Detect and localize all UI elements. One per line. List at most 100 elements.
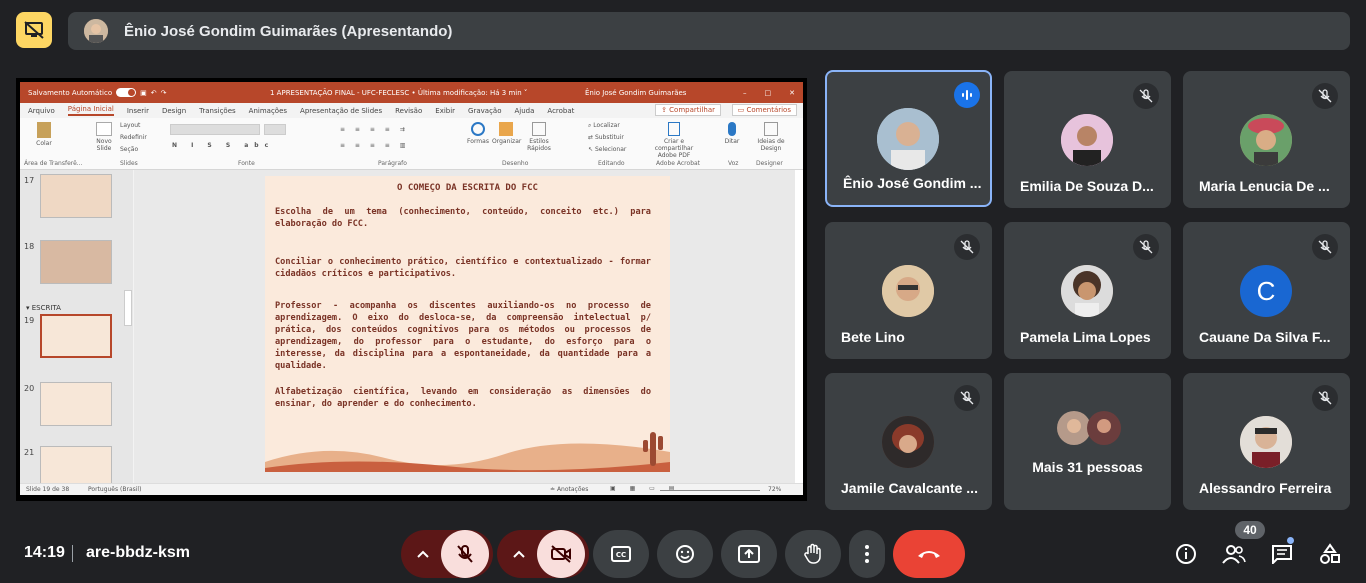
participant-name: Pamela Lima Lopes	[1020, 329, 1151, 345]
chat-button[interactable]	[1270, 542, 1294, 566]
presenter-avatar	[84, 19, 108, 43]
participant-tile[interactable]: Alessandro Ferreira	[1183, 373, 1350, 510]
font-family-select[interactable]	[170, 124, 260, 135]
participant-tile[interactable]: Emilia De Souza D...	[1004, 71, 1171, 208]
slide-scrollbar[interactable]	[795, 170, 803, 483]
reset-button[interactable]: Redefinir	[120, 134, 147, 141]
presenter-name: Ênio José Gondim Guimarães (Apresentando…	[124, 22, 453, 40]
autosave-toggle[interactable]	[116, 88, 137, 97]
menu-item[interactable]: Exibir	[435, 107, 455, 115]
slide-thumbnail[interactable]	[40, 174, 112, 218]
menu-item[interactable]: Ajuda	[515, 107, 535, 115]
font-size-select[interactable]	[264, 124, 286, 135]
slide-paragraph: Escolha de um tema (conhecimento, conteú…	[275, 207, 657, 229]
find-button[interactable]: ⌕ Localizar	[588, 122, 620, 130]
meeting-info-button[interactable]	[1174, 542, 1198, 566]
present-now-button[interactable]	[721, 530, 777, 578]
menu-item[interactable]: Inserir	[127, 107, 149, 115]
desert-illustration	[265, 432, 670, 472]
ribbon-group-label: Designer	[756, 160, 783, 167]
font-format-icons[interactable]: N I S S abc	[172, 142, 274, 149]
new-slide-button[interactable]: Novo Slide	[92, 122, 116, 152]
info-icon	[1176, 544, 1196, 564]
presentation-toggle-button[interactable]	[16, 12, 52, 48]
notes-toggle[interactable]: ≐ Anotações	[550, 486, 588, 493]
close-icon[interactable]: ✕	[789, 89, 795, 97]
more-vert-icon	[865, 545, 869, 563]
create-pdf-button[interactable]: Criar e compartilhar Adobe PDF	[646, 122, 702, 159]
leave-call-button[interactable]	[893, 530, 965, 578]
maximize-icon[interactable]: □	[765, 89, 772, 97]
language-status[interactable]: Português (Brasil)	[88, 486, 141, 493]
slide-thumbnail[interactable]	[40, 382, 112, 426]
ppt-title-bar: Salvamento Automático ▣ ↶ ↷ 1 APRESENTAÇ…	[20, 82, 803, 103]
slide-paragraph: Conciliar o conhecimento prático, cientí…	[275, 257, 657, 279]
design-ideas-button[interactable]: Ideias de Design	[754, 122, 788, 152]
menu-item[interactable]: Arquivo	[28, 107, 55, 115]
shapes-button[interactable]: Formas	[466, 122, 490, 145]
menu-item[interactable]: Apresentação de Slides	[300, 107, 382, 115]
chat-icon	[1272, 545, 1292, 564]
paste-button[interactable]: Colar	[32, 122, 56, 147]
slide-paragraph: Alfabetização científica, levando em con…	[275, 387, 657, 409]
camera-toggle-button[interactable]	[537, 530, 585, 578]
more-participants-tile[interactable]: Mais 31 pessoas	[1004, 373, 1171, 510]
participant-tile[interactable]: Jamile Cavalcante ...	[825, 373, 992, 510]
dictate-button[interactable]: Ditar	[720, 122, 744, 145]
redo-icon[interactable]: ↷	[161, 89, 167, 97]
participant-name: Alessandro Ferreira	[1199, 480, 1332, 496]
avatar-letter: C	[1240, 265, 1292, 317]
ribbon-group-label: Desenho	[502, 160, 529, 167]
participant-tile[interactable]: Maria Lenucia De ...	[1183, 71, 1350, 208]
captions-button[interactable]: CC	[593, 530, 649, 578]
thumbnails-scrollbar[interactable]	[124, 290, 132, 326]
menu-item[interactable]: Acrobat	[547, 107, 574, 115]
current-slide[interactable]: O COMEÇO DA ESCRITA DO FCC Escolha de um…	[265, 176, 670, 472]
replace-button[interactable]: ⇄ Substituir	[588, 134, 624, 141]
participant-tile[interactable]: Pamela Lima Lopes	[1004, 222, 1171, 359]
participant-tile[interactable]: C Cauane Da Silva F...	[1183, 222, 1350, 359]
arrange-button[interactable]: Organizar	[492, 122, 521, 145]
participant-tile[interactable]: Bete Lino	[825, 222, 992, 359]
menu-item[interactable]: Gravação	[468, 107, 501, 115]
minimize-icon[interactable]: –	[743, 89, 747, 97]
ribbon-group-label: Slides	[120, 160, 138, 167]
undo-icon[interactable]: ↶	[151, 89, 157, 97]
more-options-button[interactable]	[849, 530, 885, 578]
menu-item[interactable]: Animações	[249, 107, 287, 115]
menu-item-active[interactable]: Página Inicial	[67, 105, 114, 116]
muted-mic-icon	[1312, 234, 1338, 260]
slide-thumbnail[interactable]	[40, 240, 112, 284]
presenter-banner[interactable]: Ênio José Gondim Guimarães (Apresentando…	[68, 12, 1350, 50]
align-icons[interactable]: ≡ ≡ ≡ ≡ ▥	[340, 142, 409, 149]
menu-item[interactable]: Design	[162, 107, 186, 115]
share-button[interactable]: ⇪ Compartilhar	[655, 104, 721, 116]
quick-styles-button[interactable]: Estilos Rápidos	[524, 122, 554, 152]
mic-toggle-button[interactable]	[441, 530, 489, 578]
menu-item[interactable]: Transições	[199, 107, 236, 115]
activities-icon	[1320, 543, 1340, 564]
raise-hand-button[interactable]	[785, 530, 841, 578]
select-button[interactable]: ↖ Selecionar	[588, 146, 626, 153]
participant-name: Cauane Da Silva F...	[1199, 329, 1331, 345]
audio-options-button[interactable]	[401, 530, 445, 578]
section-button[interactable]: Seção	[120, 146, 138, 153]
thumb-number: 20	[24, 384, 35, 393]
participant-tile[interactable]: Ênio José Gondim ...	[825, 70, 992, 207]
save-icon[interactable]: ▣	[140, 89, 147, 97]
clock: 14:19	[24, 544, 65, 561]
menu-item[interactable]: Revisão	[395, 107, 422, 115]
section-label[interactable]: ▾ ESCRITA	[26, 304, 61, 312]
activities-button[interactable]	[1318, 542, 1342, 566]
paragraph-icons[interactable]: ≡ ≡ ≡ ≡ ⇉	[340, 126, 409, 133]
top-bar: Ênio José Gondim Guimarães (Apresentando…	[0, 0, 1366, 62]
ribbon-group-label: Editando	[598, 160, 625, 167]
reactions-button[interactable]	[657, 530, 713, 578]
layout-button[interactable]: Layout	[120, 122, 140, 129]
zoom-slider[interactable]	[660, 490, 760, 491]
video-options-button[interactable]	[497, 530, 541, 578]
slide-thumbnail-selected[interactable]	[40, 314, 112, 358]
people-button[interactable]	[1222, 542, 1246, 566]
zoom-level[interactable]: 72%	[768, 486, 781, 493]
comments-button[interactable]: ▭ Comentários	[731, 104, 797, 116]
